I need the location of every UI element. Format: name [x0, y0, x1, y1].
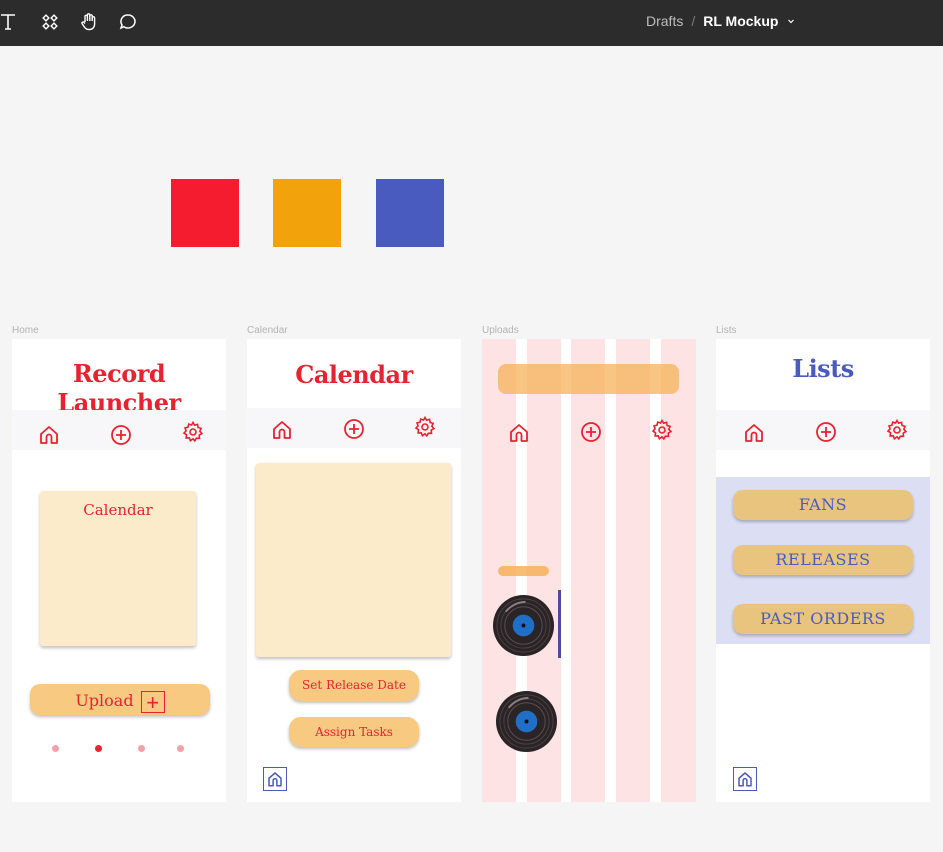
home-button[interactable]	[733, 767, 757, 791]
breadcrumb: Drafts / RL Mockup	[646, 13, 796, 29]
frame-label-uploads[interactable]: Uploads	[482, 325, 519, 336]
add-circle-icon[interactable]	[342, 417, 366, 441]
layout-grid-column	[616, 339, 650, 802]
assign-tasks-button[interactable]: Assign Tasks	[289, 717, 419, 747]
comment-icon[interactable]	[116, 10, 140, 34]
settings-gear-icon[interactable]	[181, 420, 205, 444]
home-icon[interactable]	[742, 421, 766, 445]
nav-bar	[247, 408, 461, 448]
calendar-card-title: Calendar	[83, 501, 153, 519]
calendar-area[interactable]	[256, 463, 451, 657]
settings-gear-icon[interactable]	[650, 418, 674, 442]
calendar-card[interactable]: Calendar	[40, 491, 196, 646]
vinyl-record-icon[interactable]	[492, 594, 555, 657]
list-item-releases[interactable]: RELEASES	[733, 545, 913, 575]
add-circle-icon[interactable]	[579, 420, 603, 444]
chevron-down-icon[interactable]	[786, 13, 796, 29]
add-circle-icon[interactable]	[109, 423, 133, 447]
settings-gear-icon[interactable]	[885, 418, 909, 442]
frame-label-lists[interactable]: Lists	[716, 325, 737, 336]
frame-calendar[interactable]: Calendar Set Release Date Assign Tasks	[247, 339, 461, 802]
text-cursor	[558, 590, 561, 658]
calendar-title: Calendar	[295, 360, 413, 389]
frame-label-calendar[interactable]: Calendar	[247, 325, 288, 336]
app-title: Record Launcher	[57, 359, 181, 417]
frame-home[interactable]: Record Launcher Calendar Upload +	[12, 339, 226, 802]
page-dot-3[interactable]	[138, 745, 145, 752]
list-item-fans[interactable]: FANS	[733, 490, 913, 520]
color-swatch-blue[interactable]	[376, 179, 444, 247]
layout-grid-column	[571, 339, 605, 802]
breadcrumb-drafts[interactable]: Drafts	[646, 13, 683, 29]
layout-grid-column	[661, 339, 696, 802]
toolbar: Drafts / RL Mockup	[0, 0, 943, 46]
upload-button-label: Upload	[75, 691, 134, 710]
plus-icon: +	[140, 690, 165, 713]
home-icon	[738, 772, 752, 787]
frame-label-home[interactable]: Home	[12, 325, 39, 336]
color-swatch-orange[interactable]	[273, 179, 341, 247]
frame-uploads[interactable]	[482, 339, 696, 802]
search-bar-placeholder[interactable]	[498, 364, 679, 394]
color-swatch-red[interactable]	[171, 179, 239, 247]
hand-tool-icon[interactable]	[77, 10, 101, 34]
page-dot-4[interactable]	[177, 745, 184, 752]
lists-title: Lists	[792, 354, 854, 383]
home-icon[interactable]	[507, 421, 531, 445]
nav-bar	[12, 410, 226, 450]
file-name[interactable]: RL Mockup	[703, 13, 778, 29]
settings-gear-icon[interactable]	[413, 415, 437, 439]
add-circle-icon[interactable]	[814, 420, 838, 444]
home-button[interactable]	[263, 767, 287, 791]
set-release-date-button[interactable]: Set Release Date	[289, 670, 419, 701]
text-tool-icon[interactable]	[0, 10, 20, 34]
lists-panel: FANS RELEASES PAST ORDERS	[716, 477, 930, 644]
label-placeholder	[498, 566, 549, 576]
page-dot-2[interactable]	[95, 745, 102, 752]
list-item-past-orders[interactable]: PAST ORDERS	[733, 604, 913, 634]
nav-bar	[716, 410, 930, 450]
breadcrumb-separator: /	[691, 13, 696, 29]
components-icon[interactable]	[38, 10, 62, 34]
vinyl-record-icon[interactable]	[495, 690, 558, 753]
home-icon	[268, 772, 282, 787]
home-icon[interactable]	[37, 423, 61, 447]
upload-button[interactable]: Upload +	[30, 684, 210, 715]
frame-lists[interactable]: Lists FANS RELEASES PAST ORDERS	[716, 339, 930, 802]
home-icon[interactable]	[270, 418, 294, 442]
page-dot-1[interactable]	[52, 745, 59, 752]
